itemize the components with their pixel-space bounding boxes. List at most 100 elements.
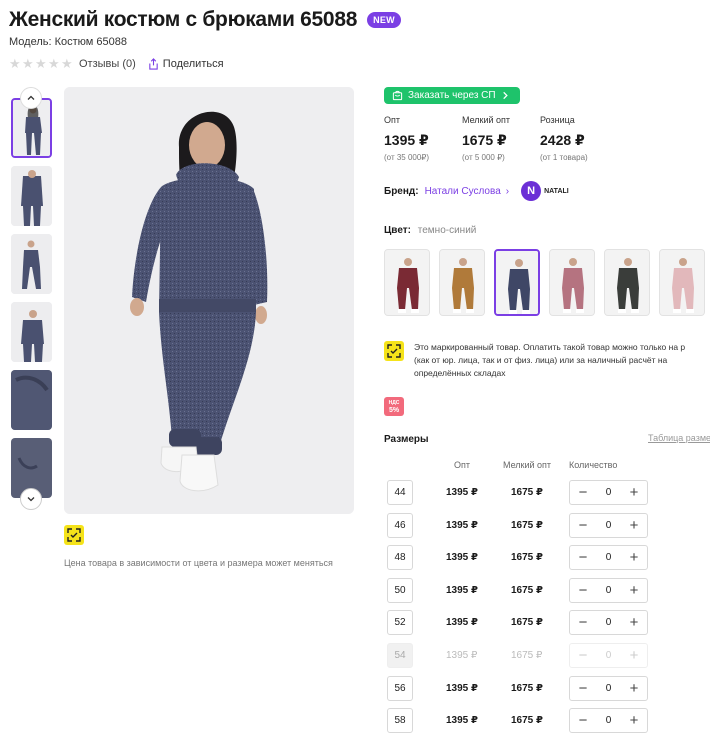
quantity-stepper[interactable]: − 0 + [569,480,648,505]
size-price-opt: 1395 ₽ [446,552,478,563]
chevron-right-icon: › [505,185,510,197]
increment-button[interactable]: + [627,681,641,696]
quantity-stepper[interactable]: − 0 + [569,676,648,701]
size-row: 58 1395 ₽ 1675 ₽ − 0 + [384,707,710,733]
price-tier-small-opt: Мелкий опт 1675 ₽ (от 5 000 ₽) [462,115,540,162]
increment-button[interactable]: + [627,713,641,728]
size-row: 56 1395 ₽ 1675 ₽ − 0 + [384,675,710,703]
thumbnail-2[interactable] [11,166,52,226]
quantity-stepper[interactable]: − 0 + [569,610,648,635]
brand-label: Бренд: [384,185,419,197]
rating-stars[interactable]: ★ ★ ★ ★ ★ [9,56,73,71]
price-tier-opt: Опт 1395 ₽ (от 35 000₽) [384,115,462,162]
decrement-button[interactable]: − [576,615,590,630]
title-row: Женский костюм с брюками 65088 NEW [9,8,401,32]
thumbnail-4[interactable] [11,302,52,362]
color-swatch-5[interactable] [604,249,650,316]
marking-notice: Это маркированный товар. Оплатить такой … [384,341,710,380]
size-row: 54 1395 ₽ 1675 ₽ − 0 + [384,642,710,670]
swatch-image [550,250,594,315]
thumbnail-image [11,302,52,362]
decrement-button[interactable]: − [576,713,590,728]
size-price-small-opt: 1675 ₽ [511,520,543,531]
color-swatch-1[interactable] [384,249,430,316]
decrement-button[interactable]: − [576,485,590,500]
quantity-value[interactable]: 0 [606,715,612,726]
brand-link[interactable]: Натали Суслова [425,186,501,197]
size-label: 50 [387,578,413,603]
increment-button[interactable]: + [627,583,641,598]
size-price-opt: 1395 ₽ [446,520,478,531]
quantity-stepper[interactable]: − 0 + [569,578,648,603]
quantity-value[interactable]: 0 [606,683,612,694]
thumbs-up-button[interactable] [20,87,42,109]
decrement-button[interactable]: − [576,550,590,565]
marking-icon [384,341,404,361]
quantity-value[interactable]: 0 [606,552,612,563]
size-table-link[interactable]: Таблица разме [648,433,710,443]
quantity-value: 0 [605,650,612,661]
chevron-up-icon [27,95,35,100]
size-label: 48 [387,545,413,570]
size-price-small-opt: 1675 ₽ [511,683,543,694]
thumbnail-image [11,166,52,226]
decrement-button[interactable]: − [576,583,590,598]
quantity-value[interactable]: 0 [606,617,612,628]
size-label: 52 [387,610,413,635]
rating-row: ★ ★ ★ ★ ★ Отзывы (0) Поделиться [9,57,224,71]
page-title: Женский костюм с брюками 65088 [9,8,358,31]
price-tier-label: Мелкий опт [462,115,511,125]
size-label: 56 [387,676,413,701]
brand-logo[interactable]: N [521,181,542,201]
main-product-photo[interactable] [64,87,354,514]
increment-button[interactable]: + [627,550,641,565]
model-label: Модель: Костюм 65088 [9,36,127,48]
size-row: 52 1395 ₽ 1675 ₽ − 0 + [384,609,710,637]
price-tier-condition: (от 5 000 ₽) [462,153,505,162]
size-price-small-opt: 1675 ₽ [511,585,543,596]
color-swatches [384,249,705,316]
color-swatch-3[interactable] [494,249,540,316]
quantity-value[interactable]: 0 [606,520,612,531]
vat-badge: НДС 5% [384,397,404,416]
star-icon: ★ [48,56,60,71]
increment-button[interactable]: + [627,615,641,630]
size-price-opt: 1395 ₽ [446,683,478,694]
quantity-stepper[interactable]: − 0 + [569,708,648,733]
star-icon: ★ [35,56,47,71]
star-icon: ★ [22,56,34,71]
thumbs-down-button[interactable] [20,488,42,510]
increment-button[interactable]: + [627,485,641,500]
share-icon [149,58,158,70]
quantity-stepper[interactable]: − 0 + [569,513,648,538]
swatch-image [660,250,704,315]
increment-button[interactable]: + [627,518,641,533]
marking-icon[interactable] [64,525,84,545]
share-button[interactable]: Поделиться [148,58,224,70]
thumbnail-image [11,234,52,294]
decrement-button[interactable]: − [576,681,590,696]
quantity-value[interactable]: 0 [606,585,612,596]
size-price-small-opt: 1675 ₽ [511,715,543,726]
size-row: 50 1395 ₽ 1675 ₽ − 0 + [384,577,710,605]
color-swatch-6[interactable] [659,249,705,316]
order-via-sp-button[interactable]: Заказать через СП [384,87,520,104]
color-swatch-4[interactable] [549,249,595,316]
brand-row: Бренд: Натали Суслова › N NATALI [384,180,569,202]
price-tier-value: 1675 ₽ [462,132,507,148]
reviews-link[interactable]: Отзывы (0) [79,58,136,70]
color-value: темно-синий [417,225,477,236]
color-swatch-2[interactable] [439,249,485,316]
thumbnail-3[interactable] [11,234,52,294]
quantity-value[interactable]: 0 [606,487,612,498]
column-header-opt: Опт [454,460,470,470]
price-tier-condition: (от 1 товара) [540,153,588,162]
chevron-down-icon [27,497,35,502]
price-tier-label: Розница [540,115,575,125]
price-tier-label: Опт [384,115,400,125]
decrement-button[interactable]: − [576,518,590,533]
quantity-stepper[interactable]: − 0 + [569,545,648,570]
size-label: 44 [387,480,413,505]
thumbnail-5[interactable] [11,370,52,430]
size-price-small-opt: 1675 ₽ [511,552,543,563]
